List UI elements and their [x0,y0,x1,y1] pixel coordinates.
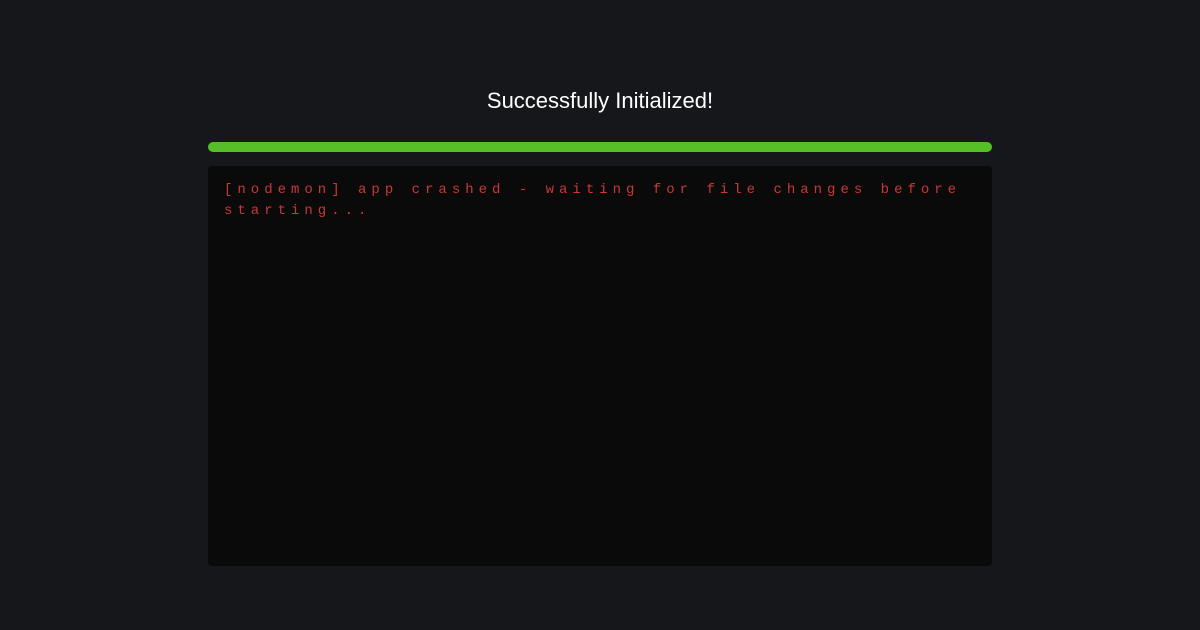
content-wrapper: [nodemon] app crashed - waiting for file… [208,142,992,566]
page-title: Successfully Initialized! [487,88,713,114]
terminal-output: [nodemon] app crashed - waiting for file… [208,166,992,566]
progress-bar [208,142,992,152]
